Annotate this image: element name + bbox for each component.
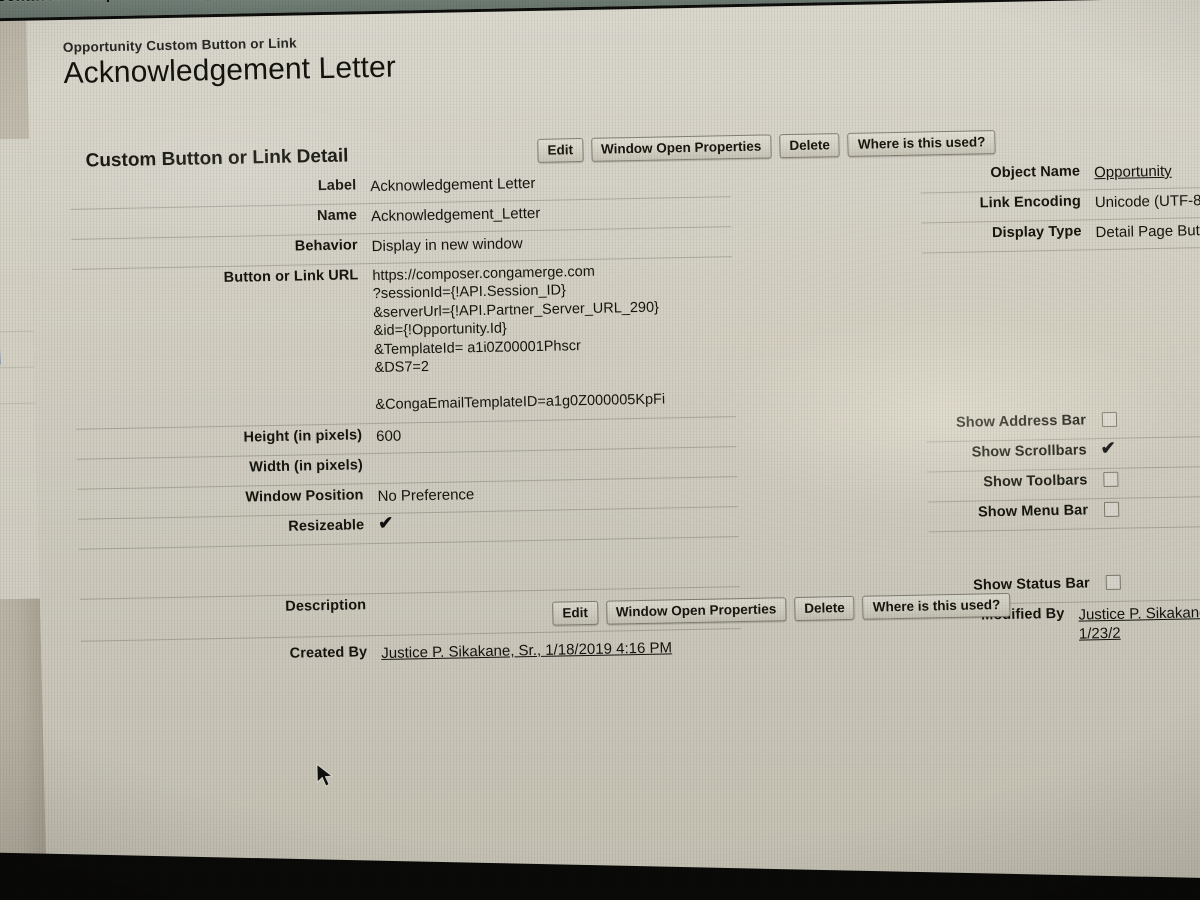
nav-item-reports[interactable]: Reports (86, 0, 144, 4)
row-name-value: Acknowledgement_Letter (370, 204, 541, 226)
row-description-label: Description (285, 597, 367, 615)
row-modified-by-value[interactable]: Justice P. Sikakane, Sr., 1/23/2 (1078, 602, 1200, 643)
row-right-spacer-2 (929, 526, 1200, 575)
row-link-encoding-value: Unicode (UTF-8) (1094, 192, 1200, 212)
row-display-type-label: Display Type (991, 223, 1082, 242)
row-display-type-value: Detail Page Button (1095, 221, 1200, 242)
show-menu-bar-checkbox[interactable] (1103, 501, 1120, 518)
show-scrollbars-checkmark-icon[interactable]: ✔ (1100, 438, 1116, 458)
edit-button-bottom[interactable]: Edit (552, 600, 599, 626)
screen-content: art nc nc Opportunity Custom Button or L… (0, 0, 1200, 900)
row-width-label: Width (in pixels) (249, 457, 364, 476)
row-created-by-label: Created By (289, 644, 368, 662)
row-height-value: 600 (375, 427, 402, 446)
row-url-label: Button or Link URL (223, 267, 359, 286)
row-label-value: Acknowledgement Letter (370, 174, 536, 196)
row-object-name-label: Object Name (990, 163, 1081, 182)
row-right-spacer (922, 247, 1200, 412)
window-open-properties-button-bottom[interactable]: Window Open Properties (605, 597, 787, 625)
nav-item-groups[interactable]: Groups (170, 0, 224, 2)
salesforce-page: Opportunity Custom Button or Link Acknow… (25, 0, 1200, 900)
window-open-properties-button[interactable]: Window Open Properties (590, 134, 772, 162)
section-title: Custom Button or Link Detail (85, 145, 349, 172)
show-status-bar-checkbox[interactable] (1105, 574, 1121, 591)
row-behavior-value: Display in new window (371, 235, 523, 256)
page-header: Opportunity Custom Button or Link Acknow… (63, 34, 397, 91)
edit-button[interactable]: Edit (537, 138, 584, 163)
row-created-by-value[interactable]: Justice P. Sikakane, Sr., 1/18/2019 4:16… (381, 638, 672, 663)
row-url-value: https://composer.congamerge.com ?session… (372, 263, 666, 413)
row-resizeable-checkmark-icon: ✔ (377, 512, 394, 533)
row-show-status-bar-label: Show Status Bar (972, 575, 1091, 594)
row-behavior-label: Behavior (294, 237, 358, 255)
where-is-this-used-button-bottom[interactable]: Where is this used? (862, 592, 1011, 620)
show-address-bar-checkbox[interactable] (1101, 411, 1118, 428)
monitor-photo: art nc nc Opportunity Custom Button or L… (0, 0, 1200, 900)
row-label-label: Label (317, 177, 357, 195)
show-toolbars-checkbox[interactable] (1103, 471, 1119, 488)
section-header-row: Custom Button or Link Detail Edit Window… (85, 126, 1200, 172)
row-object-name-value[interactable]: Opportunity (1094, 162, 1172, 183)
row-window-position-label: Window Position (245, 487, 364, 506)
row-link-encoding-label: Link Encoding (979, 193, 1082, 212)
row-show-menu-bar-label: Show Menu Bar (977, 502, 1089, 521)
where-is-this-used-button[interactable]: Where is this used? (847, 130, 996, 157)
row-resizeable-label: Resizeable (288, 517, 365, 535)
row-name-label: Name (316, 207, 358, 225)
delete-button-bottom[interactable]: Delete (793, 595, 856, 622)
page-title: Acknowledgement Letter (63, 50, 397, 90)
top-button-bar: Edit Window Open Properties Delete Where… (537, 130, 996, 163)
row-show-scrollbars-label: Show Scrollbars (971, 442, 1087, 461)
row-show-address-bar-label: Show Address Bar (955, 412, 1087, 431)
row-show-toolbars-label: Show Toolbars (983, 472, 1088, 491)
nav-item-contacts[interactable]: Contacts (0, 0, 61, 5)
row-button-or-link-url: Button or Link URL https://composer.cong… (72, 257, 736, 430)
detail-column-right: Object Name Opportunity Link Encoding Un… (919, 157, 1200, 646)
row-height-label: Height (in pixels) (243, 427, 363, 446)
mouse-cursor-icon (316, 763, 335, 794)
row-window-position-value: No Preference (377, 486, 475, 506)
delete-button[interactable]: Delete (779, 133, 841, 159)
